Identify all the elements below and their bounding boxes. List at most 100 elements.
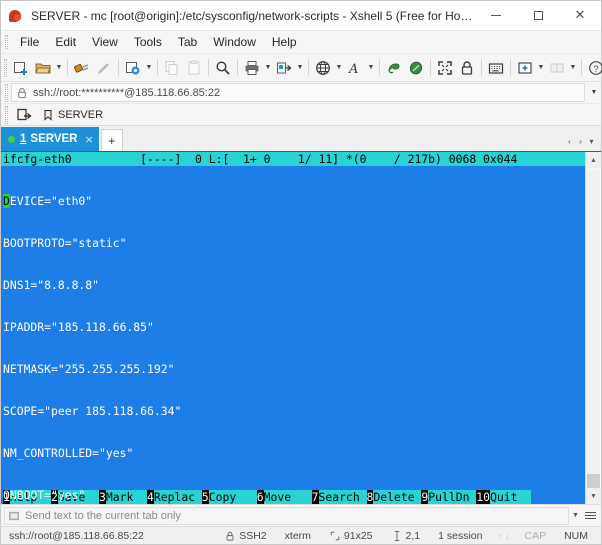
bookmark-bar-grip[interactable] [5,105,8,124]
bookmark-item-server[interactable]: SERVER [37,105,108,125]
scroll-down-icon[interactable]: ▼ [586,488,601,504]
lock-icon [18,87,26,98]
open-session-button[interactable] [32,56,54,80]
keyboard-button[interactable] [485,56,507,80]
paste-button[interactable] [183,56,205,80]
minimize-button[interactable] [475,1,517,31]
maximize-button[interactable] [517,1,559,31]
tab-number: 1 [20,133,27,145]
new-session-button[interactable] [10,56,32,80]
send-text-input[interactable]: Send text to the current tab only [4,506,569,525]
editor-line: SCOPE="peer 185.118.66.34" [3,404,182,418]
menu-grip[interactable] [5,35,8,49]
lock-icon [461,60,473,75]
status-connection: ssh://root@185.118.66.85:22 [9,529,144,542]
status-terminal-type[interactable]: xterm [276,530,320,542]
svg-text:?: ? [593,64,598,74]
help-button[interactable]: ? [585,56,602,80]
disconnect-icon [97,62,109,74]
menu-item-edit[interactable]: Edit [47,32,84,52]
mcedit-text-area[interactable]: DEVICE="eth0" BOOTPROTO="static" DNS1="8… [1,166,585,502]
cursor-icon [394,530,399,541]
font-size-dropdown[interactable]: ▼ [366,56,376,80]
menu-item-file[interactable]: File [12,32,47,52]
keyboard-icon [488,62,504,74]
file-transfer-dropdown[interactable]: ▼ [295,56,305,80]
tab-scroll-left-icon[interactable]: ‹ [564,131,575,151]
terminal-area: ifcfg-eth0 [----] 0 L:[ 1+ 0 1/ 11] *(0 … [1,152,601,504]
scrollbar-thumb[interactable] [587,170,600,486]
scrollbar-track[interactable] [586,168,601,488]
send-text-dropdown-button[interactable]: ▼ [569,507,582,525]
tab-bar: 1 SERVER × + ‹ › ▾ [1,126,601,152]
arrange-layout-dropdown[interactable]: ▼ [568,56,578,80]
tab-close-icon[interactable]: × [85,133,94,146]
address-input[interactable]: ssh://root:**********@185.118.66.85:22 [11,83,585,102]
toolbar-separator [581,59,582,76]
new-tab-dropdown[interactable]: ▼ [536,56,546,80]
arrange-layout-icon [550,63,564,72]
bookmark-label: SERVER [58,108,104,121]
window-title: SERVER - mc [root@origin]:/etc/sysconfig… [31,8,475,23]
properties-button[interactable] [122,56,144,80]
scrollbar-thumb-bottom[interactable] [587,474,600,488]
compose-bar-button[interactable] [383,56,405,80]
properties-dropdown[interactable]: ▼ [144,56,154,80]
download-arrow-icon: ↓ [504,530,510,541]
tab-list-menu-icon[interactable]: ▾ [586,131,597,151]
scroll-up-icon[interactable]: ▲ [586,152,601,168]
menu-item-tools[interactable]: Tools [126,32,170,52]
connect-plug-icon [74,63,89,73]
bookmark-icon [44,109,52,121]
address-dropdown-button[interactable]: ▼ [587,83,601,102]
mcedit-status-line: ifcfg-eth0 [----] 0 L:[ 1+ 0 1/ 11] *(0 … [1,152,585,166]
status-screen-size[interactable]: 91x25 [320,530,382,542]
editor-line: DEVICE="eth0" [3,194,585,208]
print-button[interactable] [241,56,263,80]
lock-button[interactable] [456,56,478,80]
minimize-icon [491,15,501,16]
encoding-button[interactable] [312,56,334,80]
toolbar-separator [67,59,68,76]
close-button[interactable]: ✕ [559,1,601,31]
font-size-button[interactable]: A [344,56,366,80]
editor-line: BOOTPROTO="static" [3,236,127,250]
file-transfer-button[interactable] [273,56,295,80]
menu-bar: File Edit View Tools Tab Window Help [1,31,601,54]
menu-item-view[interactable]: View [84,32,126,52]
editor-line-text: EVICE="eth0" [9,194,93,208]
new-tab-button[interactable] [514,56,536,80]
copy-button[interactable] [161,56,183,80]
xshell-window: SERVER - mc [root@origin]:/etc/sysconfig… [0,0,602,545]
menu-item-tab[interactable]: Tab [170,32,205,52]
encoding-dropdown[interactable]: ▼ [334,56,344,80]
terminal-scrollbar[interactable]: ▲ ▼ [585,152,601,504]
status-protocol[interactable]: SSH2 [215,530,275,542]
disconnect-button[interactable] [93,56,115,80]
connect-button[interactable] [71,56,93,80]
status-bar: ssh://root@185.118.66.85:22 SSH2 xterm 9… [1,526,601,544]
terminal-screen[interactable]: ifcfg-eth0 [----] 0 L:[ 1+ 0 1/ 11] *(0 … [1,152,585,504]
tab-scroll-right-icon[interactable]: › [575,131,586,151]
arrange-layout-button[interactable] [546,56,568,80]
find-icon [216,60,230,75]
new-tab-button[interactable]: + [100,129,123,151]
fullscreen-button[interactable] [434,56,456,80]
maximize-icon [533,11,543,20]
status-cursor-position[interactable]: 2,1 [382,530,430,542]
menu-item-window[interactable]: Window [205,32,264,52]
open-session-dropdown[interactable]: ▼ [54,56,64,80]
find-button[interactable] [212,56,234,80]
tab-server[interactable]: 1 SERVER × [1,127,99,151]
address-value: ssh://root:**********@185.118.66.85:22 [33,86,221,99]
address-bar-grip[interactable] [5,83,8,102]
highlight-button[interactable] [405,56,427,80]
toolbar-grip[interactable] [4,58,7,77]
svg-text:A: A [348,62,358,76]
bookmark-new-session-button[interactable] [11,105,37,125]
send-text-menu-button[interactable] [582,507,598,525]
tab-status-indicator-icon [8,135,15,143]
status-session-count[interactable]: 1 session [429,530,491,542]
print-dropdown[interactable]: ▼ [263,56,273,80]
menu-item-help[interactable]: Help [264,32,305,52]
